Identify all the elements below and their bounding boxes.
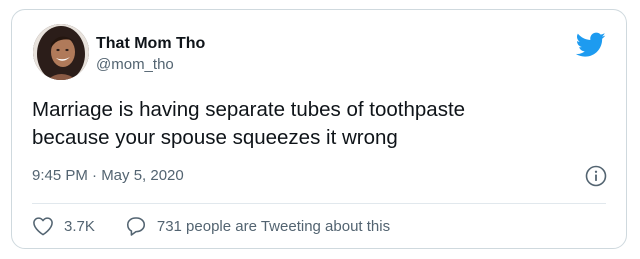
twitter-bird-icon[interactable] xyxy=(575,32,606,58)
divider xyxy=(32,203,606,204)
info-icon[interactable] xyxy=(585,165,607,187)
like-count: 3.7K xyxy=(64,217,95,235)
tweet-actions: 3.7K 731 people are Tweeting about this xyxy=(32,214,390,238)
author-handle[interactable]: @mom_tho xyxy=(96,56,174,73)
author-display-name[interactable]: That Mom Tho xyxy=(96,35,205,53)
tweet-text-line-1: Marriage is having separate tubes of too… xyxy=(32,98,466,121)
tweet-card[interactable]: That Mom Tho @mom_tho Marriage is having… xyxy=(11,9,627,249)
conversation-label: 731 people are Tweeting about this xyxy=(156,217,391,235)
conversation-link[interactable]: 731 people are Tweeting about this xyxy=(125,215,390,237)
avatar[interactable] xyxy=(33,24,89,80)
like-button[interactable]: 3.7K xyxy=(32,216,95,236)
tweet-timestamp[interactable]: 9:45 PM · May 5, 2020 xyxy=(32,167,184,184)
speech-bubble-icon xyxy=(126,217,145,236)
heart-icon xyxy=(33,217,53,236)
tweet-text-line-2: because your spouse squeezes it wrong xyxy=(32,126,398,149)
tweet-text: Marriage is having separate tubes of too… xyxy=(32,96,602,152)
avatar-image xyxy=(33,24,89,80)
